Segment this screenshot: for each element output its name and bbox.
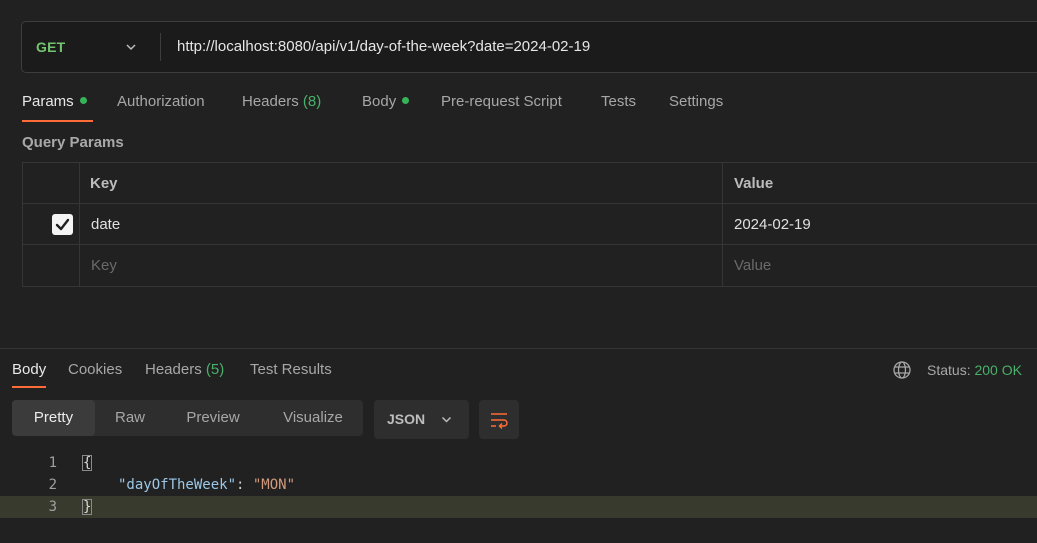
column-divider — [79, 204, 80, 244]
table-header-row: Key Value — [23, 163, 1037, 204]
line-number: 2 — [48, 477, 57, 493]
chevron-down-icon[interactable] — [124, 40, 138, 54]
column-divider — [79, 245, 80, 286]
table-row-empty: Key Value — [23, 245, 1037, 286]
line-number: 1 — [48, 455, 57, 471]
url-input[interactable]: http://localhost:8080/api/v1/day-of-the-… — [177, 22, 590, 72]
tab-tests[interactable]: Tests — [601, 88, 636, 122]
code-line-current: 3 } — [0, 496, 1037, 518]
tab-response-cookies[interactable]: Cookies — [68, 356, 122, 388]
code-line: 2 "dayOfTheWeek": "MON" — [0, 474, 1037, 496]
json-colon: : — [236, 477, 253, 493]
tab-label: Body — [362, 93, 397, 110]
tab-label: Headers — [242, 93, 299, 110]
tab-label: Pre-request Script — [441, 93, 562, 110]
json-key: "dayOfTheWeek" — [118, 477, 237, 493]
modified-dot-icon — [79, 97, 87, 104]
checkmark-icon — [55, 218, 70, 231]
tab-label: Body — [12, 361, 47, 378]
param-value-input[interactable]: 2024-02-19 — [734, 204, 811, 245]
tab-count: (5) — [205, 361, 225, 378]
wrap-lines-button[interactable] — [479, 400, 519, 439]
column-header-key: Key — [90, 175, 118, 192]
response-status: Status: 200 OK — [927, 359, 1022, 381]
pane-splitter[interactable] — [0, 348, 1037, 349]
modified-dot-icon — [402, 97, 410, 104]
chevron-down-icon — [441, 416, 452, 423]
new-value-input[interactable]: Value — [734, 245, 771, 286]
tab-label: Test Results — [250, 361, 332, 378]
tab-headers[interactable]: Headers (8) — [242, 88, 321, 122]
tab-params[interactable]: Params — [22, 88, 93, 122]
json-value: "MON" — [252, 477, 296, 493]
column-divider — [722, 245, 723, 286]
request-url-bar: GET http://localhost:8080/api/v1/day-of-… — [21, 21, 1037, 73]
new-key-input[interactable]: Key — [91, 245, 117, 286]
view-pretty-button[interactable]: Pretty — [12, 400, 95, 436]
wrap-lines-icon — [491, 413, 508, 430]
view-visualize-button[interactable]: Visualize — [278, 400, 348, 436]
column-header-value: Value — [734, 175, 774, 192]
line-number: 3 — [48, 499, 57, 515]
method-select[interactable]: GET — [36, 22, 65, 72]
view-mode-switcher: Pretty Raw Preview Visualize — [12, 400, 363, 436]
view-raw-button[interactable]: Raw — [112, 400, 148, 436]
json-open-brace: { — [82, 455, 93, 471]
tab-label: Params — [22, 93, 74, 110]
code-line: 1 { — [0, 452, 1037, 474]
param-enabled-checkbox[interactable] — [52, 214, 73, 235]
tab-test-results[interactable]: Test Results — [250, 356, 332, 388]
tab-label: Tests — [601, 93, 637, 110]
globe-icon[interactable] — [892, 360, 912, 380]
column-divider — [722, 163, 723, 203]
param-key-input[interactable]: date — [91, 204, 120, 245]
tab-label: Headers — [145, 361, 202, 378]
tab-pre-request-script[interactable]: Pre-request Script — [441, 88, 562, 122]
column-divider — [722, 204, 723, 244]
tab-label: Cookies — [68, 361, 123, 378]
tab-settings[interactable]: Settings — [669, 88, 723, 122]
json-close-brace: } — [82, 499, 93, 515]
status-badge: 200 OK — [974, 362, 1022, 378]
column-divider — [79, 163, 80, 203]
tab-label: Authorization — [117, 93, 205, 110]
tab-count: (8) — [302, 93, 322, 110]
table-row: date 2024-02-19 — [23, 204, 1037, 245]
divider — [160, 33, 161, 61]
status-label: Status: — [927, 362, 971, 378]
tab-response-headers[interactable]: Headers (5) — [145, 356, 224, 388]
query-params-title: Query Params — [22, 134, 124, 151]
view-preview-button[interactable]: Preview — [182, 400, 244, 436]
tab-response-body[interactable]: Body — [12, 356, 47, 388]
tab-body[interactable]: Body — [362, 88, 410, 122]
format-select[interactable]: JSON — [374, 400, 469, 439]
format-label: JSON — [387, 411, 426, 427]
tab-authorization[interactable]: Authorization — [117, 88, 205, 122]
query-params-table: Key Value date 2024-02-19 Key Value — [22, 162, 1037, 287]
tab-label: Settings — [669, 93, 724, 110]
